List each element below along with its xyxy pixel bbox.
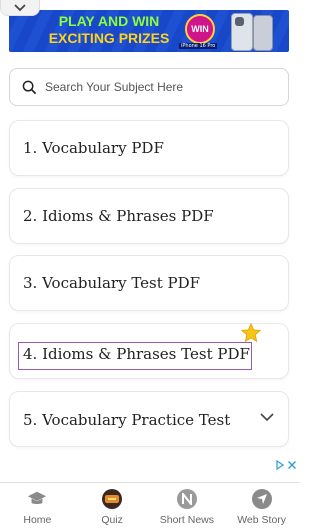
list-item-vocabulary-practice-test[interactable]: 5. Vocabulary Practice Test bbox=[9, 391, 289, 447]
list-item-label: 5. Vocabulary Practice Test bbox=[23, 411, 231, 429]
search-box[interactable] bbox=[9, 68, 289, 106]
ad-banner[interactable]: PLAY AND WIN EXCITING PRIZES WIN iPhone … bbox=[9, 10, 289, 52]
list-item-label: 3. Vocabulary Test PDF bbox=[23, 274, 201, 292]
ad-win-badge: WIN bbox=[185, 14, 215, 44]
list-item-idioms-phrases-pdf[interactable]: 2. Idioms & Phrases PDF bbox=[9, 188, 289, 244]
news-icon bbox=[176, 489, 197, 509]
nav-web-story[interactable]: Web Story bbox=[224, 483, 299, 532]
ad-line-1: PLAY AND WIN bbox=[58, 13, 160, 29]
collapse-tab[interactable] bbox=[0, 0, 40, 16]
list-item-label: 1. Vocabulary PDF bbox=[23, 139, 164, 157]
list-item-idioms-phrases-test-pdf[interactable]: 4. Idioms & Phrases Test PDF bbox=[9, 322, 289, 379]
close-icon[interactable] bbox=[287, 460, 297, 470]
list-item-vocabulary-test-pdf[interactable]: 3. Vocabulary Test PDF bbox=[9, 255, 289, 311]
quiz-icon bbox=[102, 489, 123, 509]
ad-headline: PLAY AND WIN EXCITING PRIZES bbox=[39, 13, 179, 47]
list-item-label: 4. Idioms & Phrases Test PDF bbox=[23, 345, 250, 363]
chevron-down-icon bbox=[14, 3, 26, 11]
nav-home[interactable]: Home bbox=[0, 483, 75, 532]
ad-choices[interactable] bbox=[275, 460, 297, 470]
bottom-navigation: Home Quiz Short News Web Story bbox=[0, 482, 299, 532]
graduation-cap-icon bbox=[27, 489, 47, 509]
ad-choices-icon bbox=[276, 460, 285, 470]
phone-image bbox=[231, 13, 253, 51]
nav-short-news[interactable]: Short News bbox=[150, 483, 225, 532]
nav-short-news-label: Short News bbox=[159, 514, 215, 526]
list-item-vocabulary-pdf[interactable]: 1. Vocabulary PDF bbox=[9, 120, 289, 176]
chevron-down-icon[interactable] bbox=[260, 412, 274, 422]
ad-product-tag: iPhone 16 Pro bbox=[179, 43, 218, 49]
star-icon bbox=[240, 322, 262, 343]
phone-image-back bbox=[253, 15, 273, 51]
nav-quiz[interactable]: Quiz bbox=[75, 483, 150, 532]
search-icon bbox=[22, 80, 37, 94]
list-item-label: 2. Idioms & Phrases PDF bbox=[23, 207, 214, 225]
search-input[interactable] bbox=[45, 80, 265, 94]
nav-web-story-label: Web Story bbox=[237, 514, 287, 526]
ad-line-2: EXCITING PRIZES bbox=[48, 30, 170, 46]
nav-home-label: Home bbox=[23, 514, 52, 526]
web-story-icon bbox=[251, 489, 272, 509]
nav-quiz-label: Quiz bbox=[101, 514, 123, 526]
